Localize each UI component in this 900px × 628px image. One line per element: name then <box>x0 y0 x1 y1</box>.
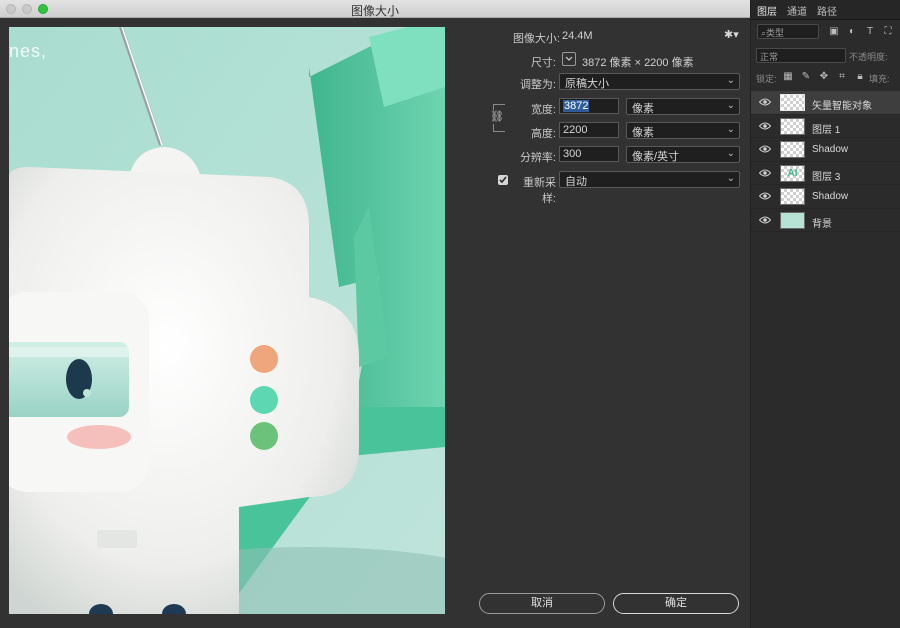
width-unit: 像素 <box>632 103 654 115</box>
layer-row[interactable]: AI 图层 3 <box>751 162 900 185</box>
opacity-label: 不透明度: <box>849 52 888 62</box>
resolution-unit-select[interactable]: 像素/英寸 ⌄ <box>626 146 740 163</box>
layer-name: Shadow <box>812 191 849 202</box>
image-preview[interactable]: nes, <box>9 27 445 614</box>
chevron-down-icon: ⌄ <box>726 100 735 111</box>
fill-label: 填充: <box>869 74 890 84</box>
chevron-down-icon: ⌄ <box>726 148 735 159</box>
layer-name: 背景 <box>812 218 832 230</box>
visibility-eye-icon[interactable] <box>759 145 771 153</box>
resample-select[interactable]: 自动 ⌄ <box>559 171 740 188</box>
layer-row[interactable]: 背景 <box>751 209 900 232</box>
layer-thumbnail <box>780 211 805 229</box>
layer-thumbnail <box>780 188 805 205</box>
dimensions-label: 尺寸: <box>530 57 556 69</box>
lock-artboard-icon[interactable]: ⌗ <box>837 72 847 82</box>
visibility-eye-icon[interactable] <box>759 169 771 177</box>
lock-paint-icon[interactable]: ✎ <box>801 72 811 82</box>
chevron-down-icon[interactable] <box>562 52 576 66</box>
layer-name: 图层 1 <box>812 124 841 136</box>
layer-row[interactable]: 图层 1 <box>751 115 900 138</box>
chevron-down-icon: ⌄ <box>726 75 735 86</box>
visibility-eye-icon[interactable] <box>759 192 771 200</box>
resolution-input[interactable]: 300 <box>559 146 619 162</box>
tab-layers[interactable]: 图层 <box>757 3 777 18</box>
gear-icon[interactable]: ✱▾ <box>724 28 739 41</box>
layer-thumbnail: AI <box>780 164 805 182</box>
fit-to-value: 原稿大小 <box>565 78 609 90</box>
resolution-label: 分辨率: <box>519 152 556 164</box>
visibility-eye-icon[interactable] <box>759 216 771 224</box>
resample-label: 重新采样: <box>523 177 556 205</box>
layer-name: Shadow <box>812 144 849 155</box>
visibility-eye-icon[interactable] <box>759 98 771 106</box>
lock-position-icon[interactable]: ✥ <box>819 72 829 82</box>
height-unit-select[interactable]: 像素 ⌄ <box>626 122 740 139</box>
image-size-label: 图像大小: <box>512 33 560 45</box>
image-filter-icon[interactable]: ▣ <box>829 27 839 37</box>
robot-artwork <box>9 27 445 614</box>
overlay-text: nes, <box>9 41 48 61</box>
layer-row[interactable]: Shadow <box>751 185 900 209</box>
lock-all-icon[interactable]: 🔒︎ <box>855 72 865 82</box>
layer-list: 矢量智能对象 图层 1 Shadow AI 图层 3 Shadow 背景 <box>751 91 900 232</box>
image-size-value: 24.4M <box>562 30 593 42</box>
resolution-unit: 像素/英寸 <box>632 151 680 163</box>
layer-row[interactable]: 矢量智能对象 <box>751 91 900 115</box>
resample-checkbox[interactable] <box>498 175 508 185</box>
width-unit-select[interactable]: 像素 ⌄ <box>626 98 740 115</box>
cancel-button[interactable]: 取消 <box>479 593 605 614</box>
width-label: 宽度: <box>530 104 556 116</box>
layer-row[interactable]: Shadow <box>751 138 900 162</box>
visibility-eye-icon[interactable] <box>759 122 771 130</box>
layer-thumbnail <box>780 117 805 135</box>
checkmark-icon <box>499 176 507 184</box>
ok-button[interactable]: 确定 <box>613 593 739 614</box>
title-bar: 图像大小 <box>0 0 750 18</box>
blend-mode-select[interactable]: 正常 <box>756 48 846 63</box>
filter-kind-select[interactable]: ⌕类型 <box>757 24 819 39</box>
tab-channels[interactable]: 通道 <box>787 3 807 18</box>
fit-to-label: 调整为: <box>519 79 556 91</box>
type-filter-icon[interactable]: T <box>865 27 875 37</box>
chevron-down-icon: ⌄ <box>726 124 735 135</box>
width-value: 3872 <box>563 100 590 112</box>
layer-name: 图层 3 <box>812 171 841 183</box>
layer-name: 矢量智能对象 <box>812 101 872 112</box>
height-unit: 像素 <box>632 127 654 139</box>
resample-value: 自动 <box>565 176 587 188</box>
lock-label: 锁定: <box>756 74 777 84</box>
image-size-dialog: 图像大小 nes, 图像大小: 24.4M ✱▾ 尺寸: 3872 像素 × 2… <box>0 0 750 628</box>
dimensions-value: 3872 像素 × 2200 像素 <box>582 57 694 69</box>
blend-mode: 正常 <box>760 52 779 62</box>
image-size-form: 图像大小: 24.4M ✱▾ 尺寸: 3872 像素 × 2200 像素 调整为… <box>450 24 750 614</box>
shape-filter-icon[interactable]: ⛶ <box>883 27 893 37</box>
window-title: 图像大小 <box>350 4 399 18</box>
width-input[interactable]: 3872 <box>559 98 619 114</box>
height-label: 高度: <box>530 128 556 140</box>
layer-filter-bar: ⌕类型 ▣ ◐ T ⛶ <box>755 24 900 42</box>
height-input[interactable]: 2200 <box>559 122 619 138</box>
layer-thumbnail <box>780 141 805 158</box>
lock-transparent-icon[interactable]: ▦ <box>783 72 793 82</box>
filter-placeholder: 类型 <box>766 28 785 38</box>
adjustment-filter-icon[interactable]: ◐ <box>847 27 857 37</box>
fit-to-select[interactable]: 原稿大小 ⌄ <box>559 73 740 90</box>
layer-thumbnail <box>780 94 805 111</box>
layers-panel: 图层 通道 路径 ⌕类型 ▣ ◐ T ⛶ 正常 不透明度: 锁定: ▦ ✎ ✥ … <box>750 0 900 628</box>
tab-paths[interactable]: 路径 <box>817 3 837 18</box>
panel-tabs: 图层 通道 路径 <box>751 0 900 20</box>
chevron-down-icon: ⌄ <box>726 173 735 184</box>
